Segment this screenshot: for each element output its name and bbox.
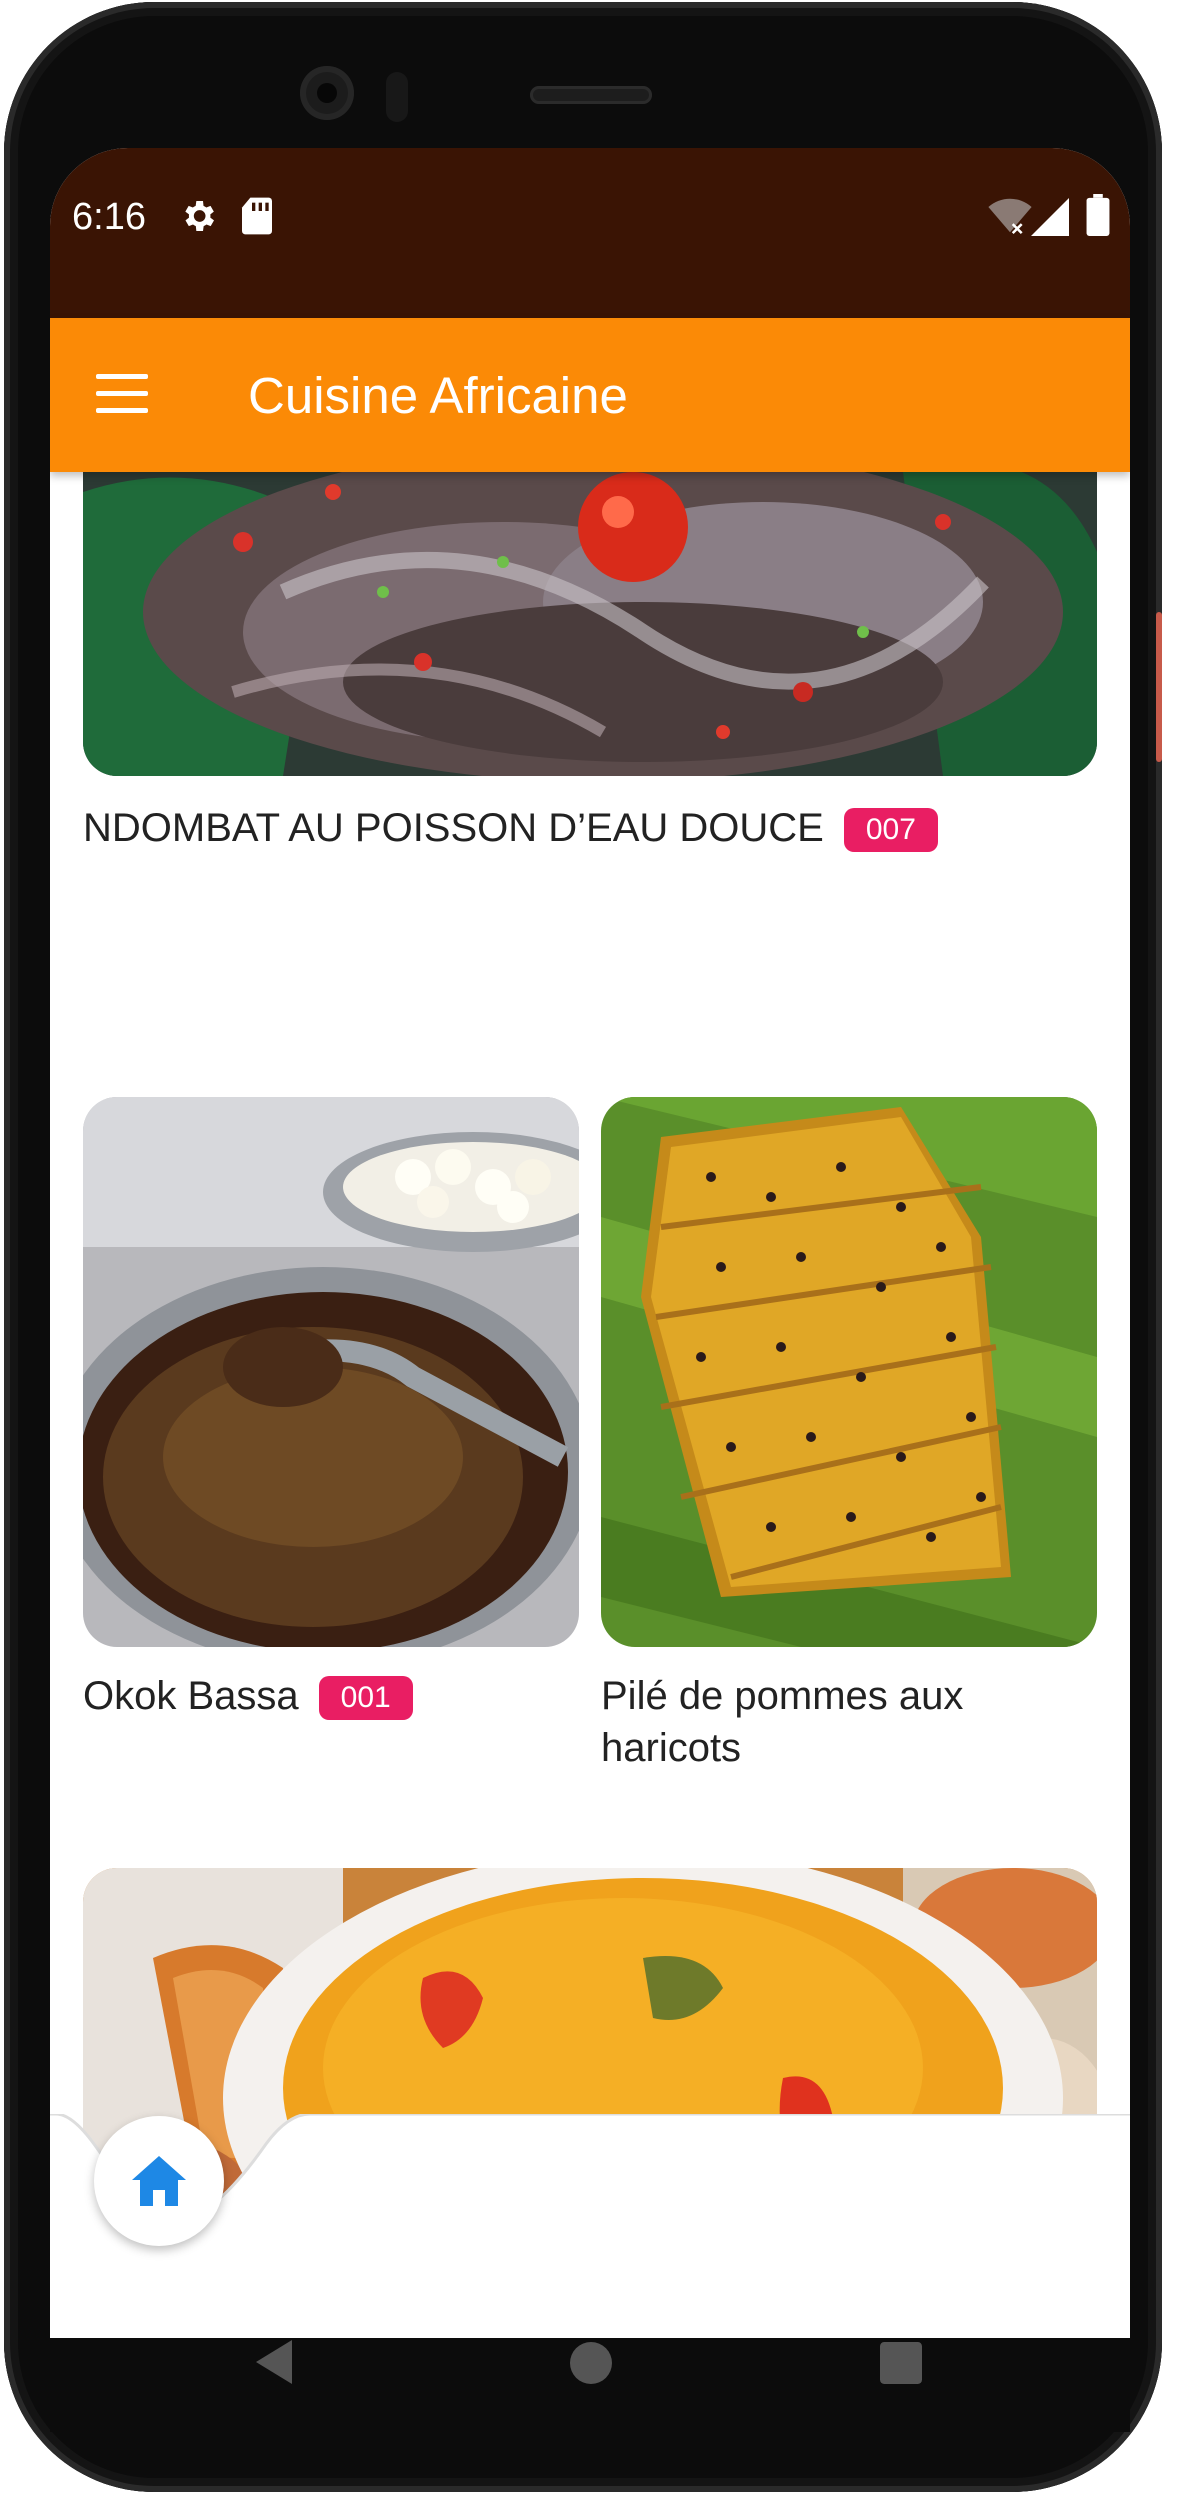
gear-icon bbox=[185, 201, 214, 231]
recipe-list[interactable]: NDOMBAT AU POISSON D’EAU DOUCE 007 Okok … bbox=[50, 472, 1130, 2338]
front-camera bbox=[300, 66, 354, 120]
recipe-image-ndombat[interactable] bbox=[83, 472, 1097, 776]
status-time: 6:16 bbox=[72, 196, 146, 238]
recipe-title[interactable]: NDOMBAT AU POISSON D’EAU DOUCE 007 bbox=[83, 802, 938, 854]
recipe-badge: 007 bbox=[843, 808, 938, 853]
recipe-title[interactable]: Okok Bassa 001 bbox=[83, 1670, 413, 1722]
recipe-title-text: Okok Bassa bbox=[83, 1674, 299, 1718]
home-circle-icon[interactable] bbox=[570, 2342, 612, 2384]
status-bar: 6:16 bbox=[50, 148, 1130, 318]
proximity-sensor bbox=[386, 72, 408, 122]
home-nav-button[interactable] bbox=[94, 2116, 224, 2246]
recipe-image-pile-pommes[interactable] bbox=[601, 1097, 1097, 1647]
earpiece-speaker bbox=[530, 86, 652, 104]
screen: 6:16 Cuisine Africaine NDOMBAT AU POISSO… bbox=[50, 148, 1130, 2338]
app-title: Cuisine Africaine bbox=[248, 367, 628, 424]
recipe-image-okok-bassa[interactable] bbox=[83, 1097, 579, 1647]
battery-icon bbox=[1086, 194, 1110, 236]
home-icon bbox=[132, 2156, 186, 2206]
back-icon[interactable] bbox=[256, 2340, 296, 2384]
app-bar: Cuisine Africaine bbox=[50, 318, 1130, 472]
hamburger-menu-icon[interactable] bbox=[96, 374, 148, 414]
recipe-badge: 001 bbox=[318, 1676, 413, 1721]
phone-frame: 6:16 Cuisine Africaine NDOMBAT AU POISSO… bbox=[4, 2, 1162, 2492]
recipe-title[interactable]: Pilé de pommes aux haricots bbox=[601, 1670, 1061, 1774]
recents-icon[interactable] bbox=[880, 2342, 922, 2384]
recipe-title-text: Pilé de pommes aux haricots bbox=[601, 1674, 964, 1770]
sd-card-icon bbox=[242, 197, 272, 235]
wifi-icon bbox=[988, 198, 1032, 234]
recipe-title-text: NDOMBAT AU POISSON D’EAU DOUCE bbox=[83, 806, 824, 850]
signal-icon bbox=[1031, 198, 1069, 236]
side-button bbox=[1156, 612, 1162, 762]
